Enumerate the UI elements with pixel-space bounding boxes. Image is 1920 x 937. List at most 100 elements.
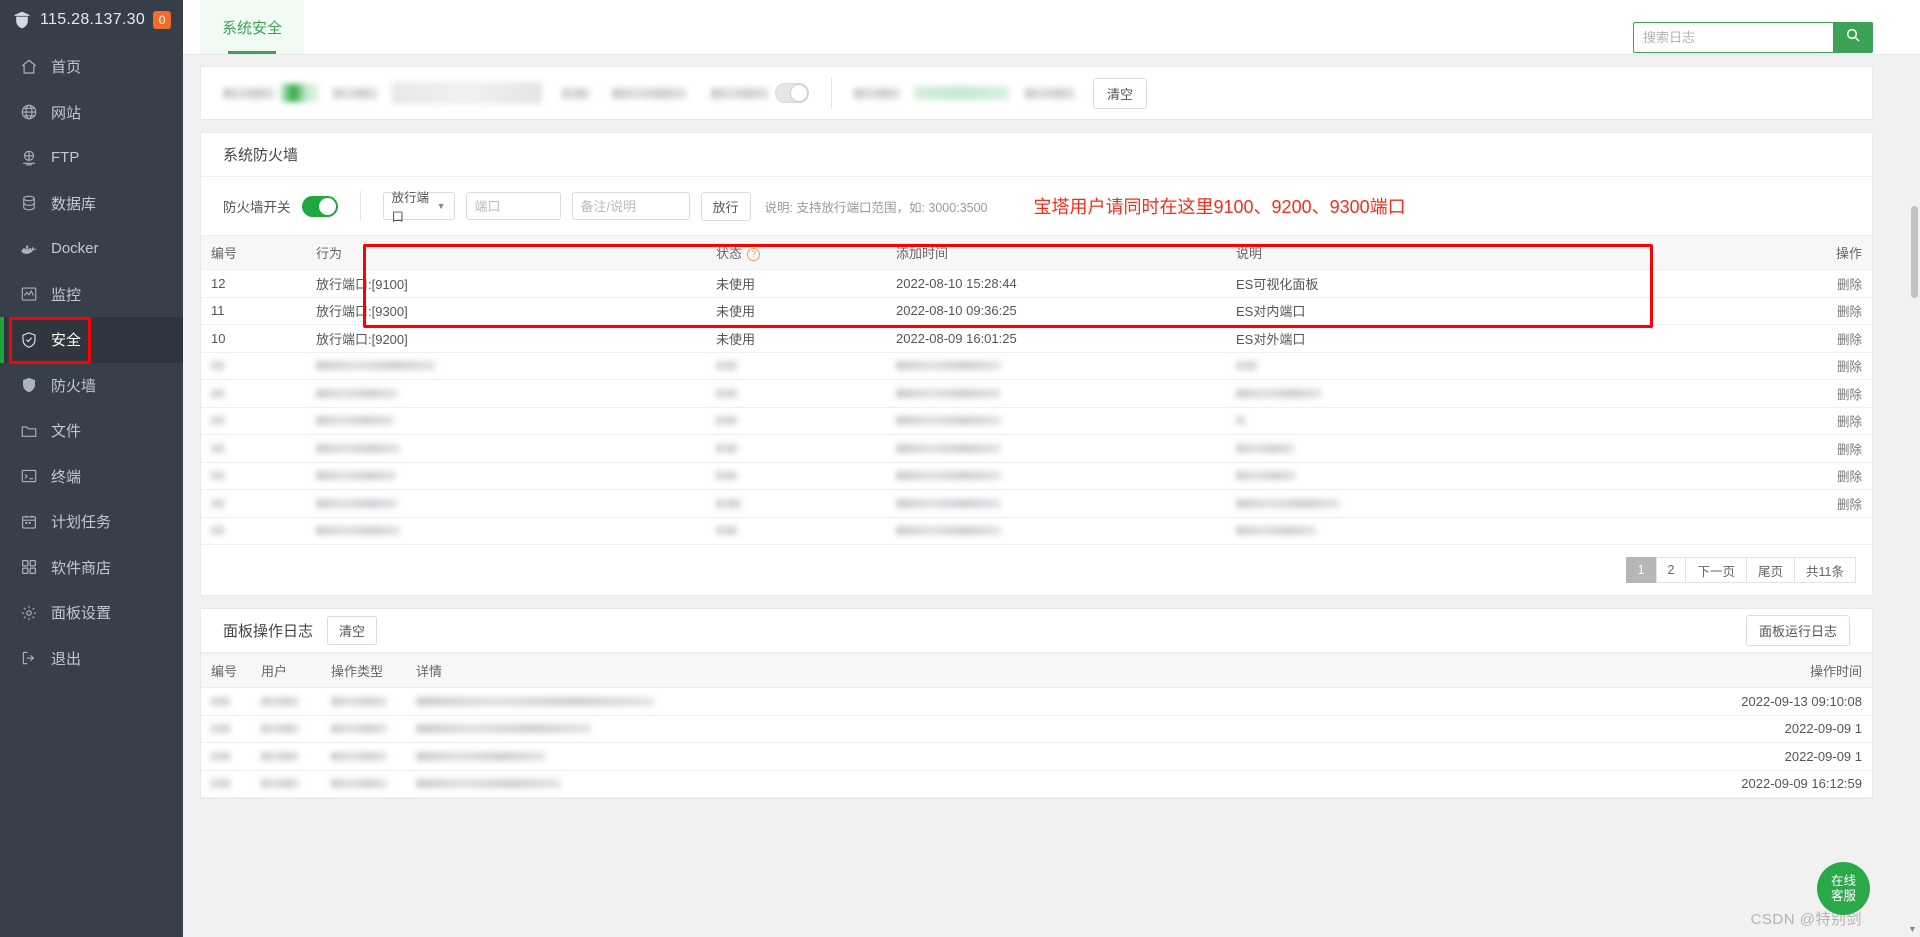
tab-system-security[interactable]: 系统安全 xyxy=(200,0,305,54)
sidebar-item-ftp[interactable]: FTP xyxy=(0,135,183,181)
folder-icon xyxy=(20,422,38,440)
table-row[interactable]: 删除 xyxy=(201,489,1872,518)
sidebar-item-website[interactable]: 网站 xyxy=(0,90,183,136)
redacted-cell xyxy=(316,388,398,398)
table-row[interactable]: 11 放行端口:[9300] 未使用 2022-08-10 09:36:25 E… xyxy=(201,297,1872,325)
redacted-cell xyxy=(211,498,225,508)
sidebar-item-docker[interactable]: Docker xyxy=(0,226,183,272)
table-row[interactable] xyxy=(201,517,1872,545)
terminal-icon xyxy=(20,467,38,485)
ftp-icon xyxy=(20,149,38,167)
allow-button[interactable]: 放行 xyxy=(700,191,751,221)
sidebar-item-terminal[interactable]: 终端 xyxy=(0,454,183,500)
list-item[interactable]: 2022-09-09 16:12:59 xyxy=(201,770,1872,798)
redacted-label-4 xyxy=(612,87,687,99)
delete-button[interactable]: 删除 xyxy=(1837,278,1862,292)
redacted-cell xyxy=(716,388,738,398)
delete-button[interactable]: 删除 xyxy=(1837,360,1862,374)
sidebar-item-logout[interactable]: 退出 xyxy=(0,636,183,682)
redacted-cell xyxy=(1236,443,1294,453)
oplog-table-body: 2022-09-13 09:10:08 2022-09-09 1 2022-09… xyxy=(201,687,1872,798)
table-row[interactable]: 12 放行端口:[9100] 未使用 2022-08-10 15:28:44 E… xyxy=(201,269,1872,298)
sidebar-item-appstore[interactable]: 软件商店 xyxy=(0,545,183,591)
sidebar-item-security[interactable]: 安全 xyxy=(0,317,183,363)
sidebar-notification-badge[interactable]: 0 xyxy=(153,11,172,29)
redacted-label-7 xyxy=(1025,87,1075,99)
search-button[interactable] xyxy=(1833,22,1873,53)
firewall-switch-toggle[interactable] xyxy=(301,195,338,217)
rule-type-select[interactable]: 放行端口 ▼ xyxy=(382,191,455,224)
list-item[interactable]: 2022-09-09 1 xyxy=(201,715,1872,743)
redacted-cell xyxy=(896,388,1001,398)
page-2-button[interactable]: 2 xyxy=(1655,557,1687,583)
sidebar-label: FTP xyxy=(51,149,80,167)
list-item[interactable]: 2022-09-09 1 xyxy=(201,742,1872,771)
filter-bar-card: 清空 xyxy=(200,66,1873,120)
redacted-cell xyxy=(211,724,231,734)
question-icon[interactable]: ? xyxy=(747,247,761,261)
rule-type-value: 放行端口 xyxy=(391,191,430,224)
page-scrollbar-track[interactable] xyxy=(1907,57,1918,935)
delete-button[interactable]: 删除 xyxy=(1837,443,1862,457)
table-row[interactable]: 删除 xyxy=(201,352,1872,380)
redacted-cell xyxy=(331,724,387,734)
col-action: 行为 xyxy=(306,235,706,270)
next-page-button[interactable]: 下一页 xyxy=(1685,557,1747,583)
redacted-cell xyxy=(1236,416,1245,426)
table-row[interactable]: 删除 xyxy=(201,407,1872,435)
delete-button[interactable]: 删除 xyxy=(1837,388,1862,402)
oplog-clear-button[interactable]: 清空 xyxy=(327,616,378,645)
redacted-cell xyxy=(331,696,387,706)
firewall-table-head: 编号 行为 状态? 添加时间 说明 操作 xyxy=(201,235,1872,270)
search-input[interactable] xyxy=(1633,22,1833,53)
page-1-button[interactable]: 1 xyxy=(1625,557,1657,583)
sidebar-item-monitor[interactable]: 监控 xyxy=(0,272,183,318)
online-service-button[interactable]: 在线 客服 xyxy=(1817,862,1870,915)
delete-button[interactable]: 删除 xyxy=(1837,470,1862,484)
table-row[interactable]: 删除 xyxy=(201,379,1872,408)
list-item[interactable]: 2022-09-13 09:10:08 xyxy=(201,687,1872,716)
delete-button[interactable]: 删除 xyxy=(1837,415,1862,429)
redacted-cell xyxy=(211,751,231,761)
fab-line-1: 在线 xyxy=(1830,873,1856,888)
delete-button[interactable]: 删除 xyxy=(1837,498,1862,512)
chevron-down-icon[interactable]: ▼ xyxy=(1907,923,1918,935)
sidebar-item-crontab[interactable]: 计划任务 xyxy=(0,499,183,545)
table-row[interactable]: 10 放行端口:[9200] 未使用 2022-08-09 16:01:25 E… xyxy=(201,324,1872,353)
redacted-label-6 xyxy=(854,87,900,99)
table-header-row: 编号 行为 状态? 添加时间 说明 操作 xyxy=(201,235,1872,270)
search-icon xyxy=(1845,27,1861,48)
redacted-input-1[interactable] xyxy=(392,82,542,104)
port-input[interactable] xyxy=(465,192,561,220)
table-row[interactable]: 删除 xyxy=(201,434,1872,463)
controls-separator xyxy=(359,191,361,221)
cell-status: 未使用 xyxy=(706,269,886,298)
clear-button[interactable]: 清空 xyxy=(1093,77,1148,109)
sidebar-item-database[interactable]: 数据库 xyxy=(0,181,183,227)
redacted-cell xyxy=(896,361,1001,371)
sidebar: 115.28.137.30 0 首页 网站 FTP 数据库 Docker 监控 … xyxy=(0,0,183,937)
sidebar-item-files[interactable]: 文件 xyxy=(0,408,183,454)
last-page-button[interactable]: 尾页 xyxy=(1746,557,1796,583)
cell-time: 2022-09-09 1 xyxy=(1652,715,1872,743)
table-row[interactable]: 删除 xyxy=(201,462,1872,490)
panel-runlog-button[interactable]: 面板运行日志 xyxy=(1745,615,1850,646)
sidebar-item-settings[interactable]: 面板设置 xyxy=(0,590,183,636)
redacted-cell xyxy=(716,443,738,453)
redacted-toggle-2[interactable] xyxy=(775,83,809,103)
redacted-cell xyxy=(331,751,387,761)
page-scrollbar-thumb[interactable] xyxy=(1911,206,1918,298)
page-scroll-area: 清空 系统防火墙 防火墙开关 放行端口 ▼ 端口 备注/说明 放行 说明: 支持… xyxy=(183,55,1920,937)
sidebar-item-firewall[interactable]: 防火墙 xyxy=(0,363,183,409)
sidebar-item-home[interactable]: 首页 xyxy=(0,44,183,90)
cell-time: 2022-09-09 16:12:59 xyxy=(1652,770,1872,798)
redacted-cell xyxy=(896,416,1001,426)
redacted-cell xyxy=(416,779,561,789)
delete-button[interactable]: 删除 xyxy=(1837,305,1862,319)
filter-separator xyxy=(831,78,832,108)
calendar-icon xyxy=(20,513,38,531)
fab-line-2: 客服 xyxy=(1830,888,1856,903)
delete-button[interactable]: 删除 xyxy=(1837,333,1862,347)
note-input[interactable] xyxy=(571,192,690,220)
total-count-label: 共11条 xyxy=(1794,557,1856,583)
